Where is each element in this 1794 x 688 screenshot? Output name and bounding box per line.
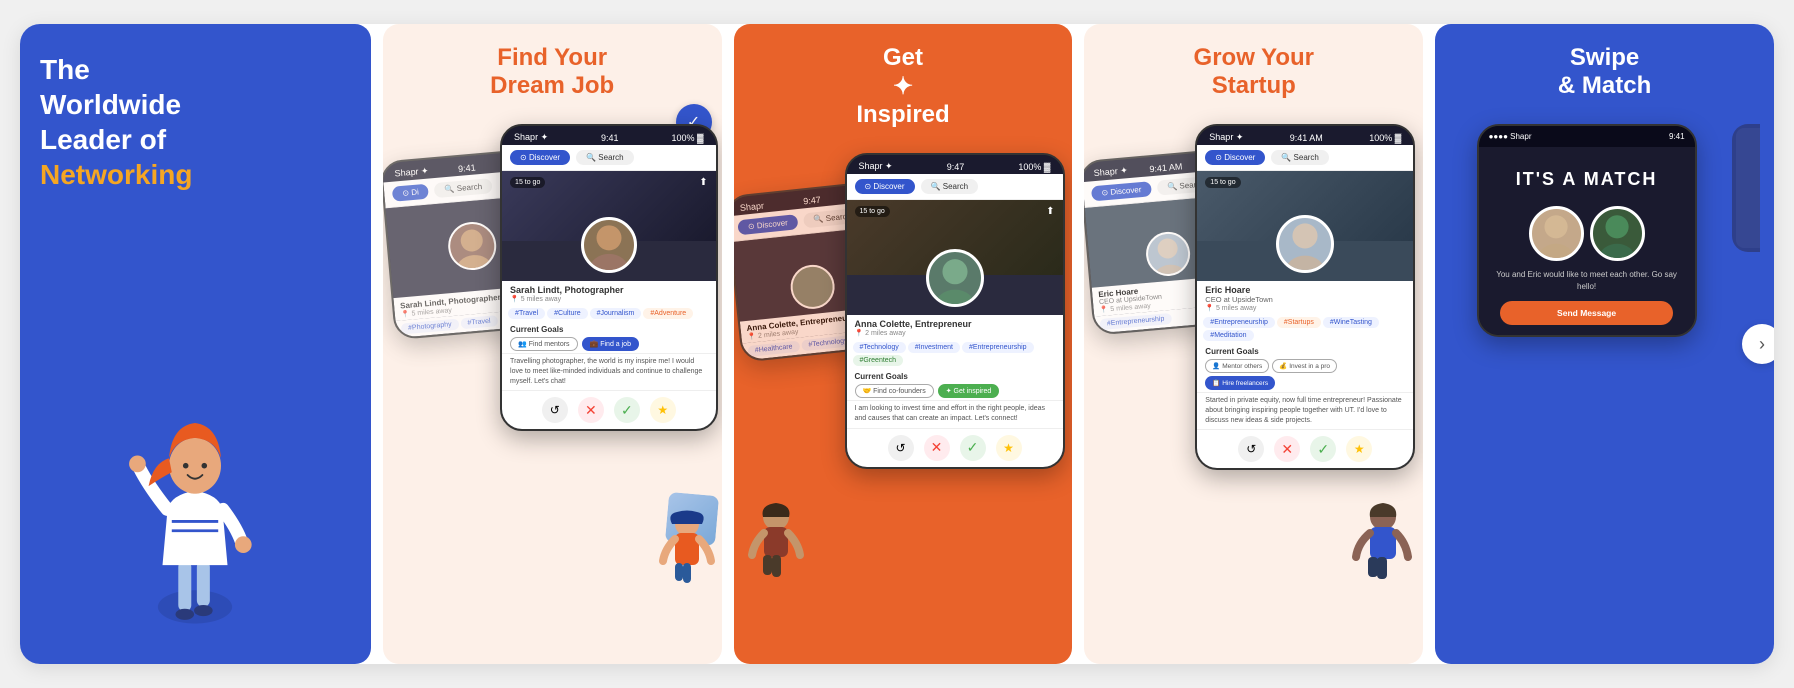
card2-title: Find Your Dream Job: [397, 44, 708, 100]
card-grow-startup: Grow Your Startup Shapr ✦9:41 AM100% ⊙ D…: [1084, 24, 1423, 664]
card-dream-job: Find Your Dream Job Shapr ✦9:41100% ▓ ⊙ …: [383, 24, 722, 664]
card5-title: Swipe & Match: [1449, 44, 1760, 100]
card4-title: Grow Your Startup: [1098, 44, 1409, 100]
hero-illustration: [40, 196, 351, 644]
card-hero: The Worldwide Leader of Networking: [20, 24, 371, 664]
card-get-inspired: Get ✦ Inspired Shapr9:47▓ ⊙ Discover 🔍 S…: [734, 24, 1073, 664]
card3-title: Get ✦ Inspired: [748, 44, 1059, 129]
card-swipe-match: Swipe & Match ●●●● Shapr9:41 IT'S A MATC…: [1435, 24, 1774, 664]
carousel-container: The Worldwide Leader of Networking: [20, 24, 1774, 664]
next-arrow[interactable]: ›: [1742, 324, 1774, 364]
hero-headline: The Worldwide Leader of Networking: [40, 52, 351, 192]
